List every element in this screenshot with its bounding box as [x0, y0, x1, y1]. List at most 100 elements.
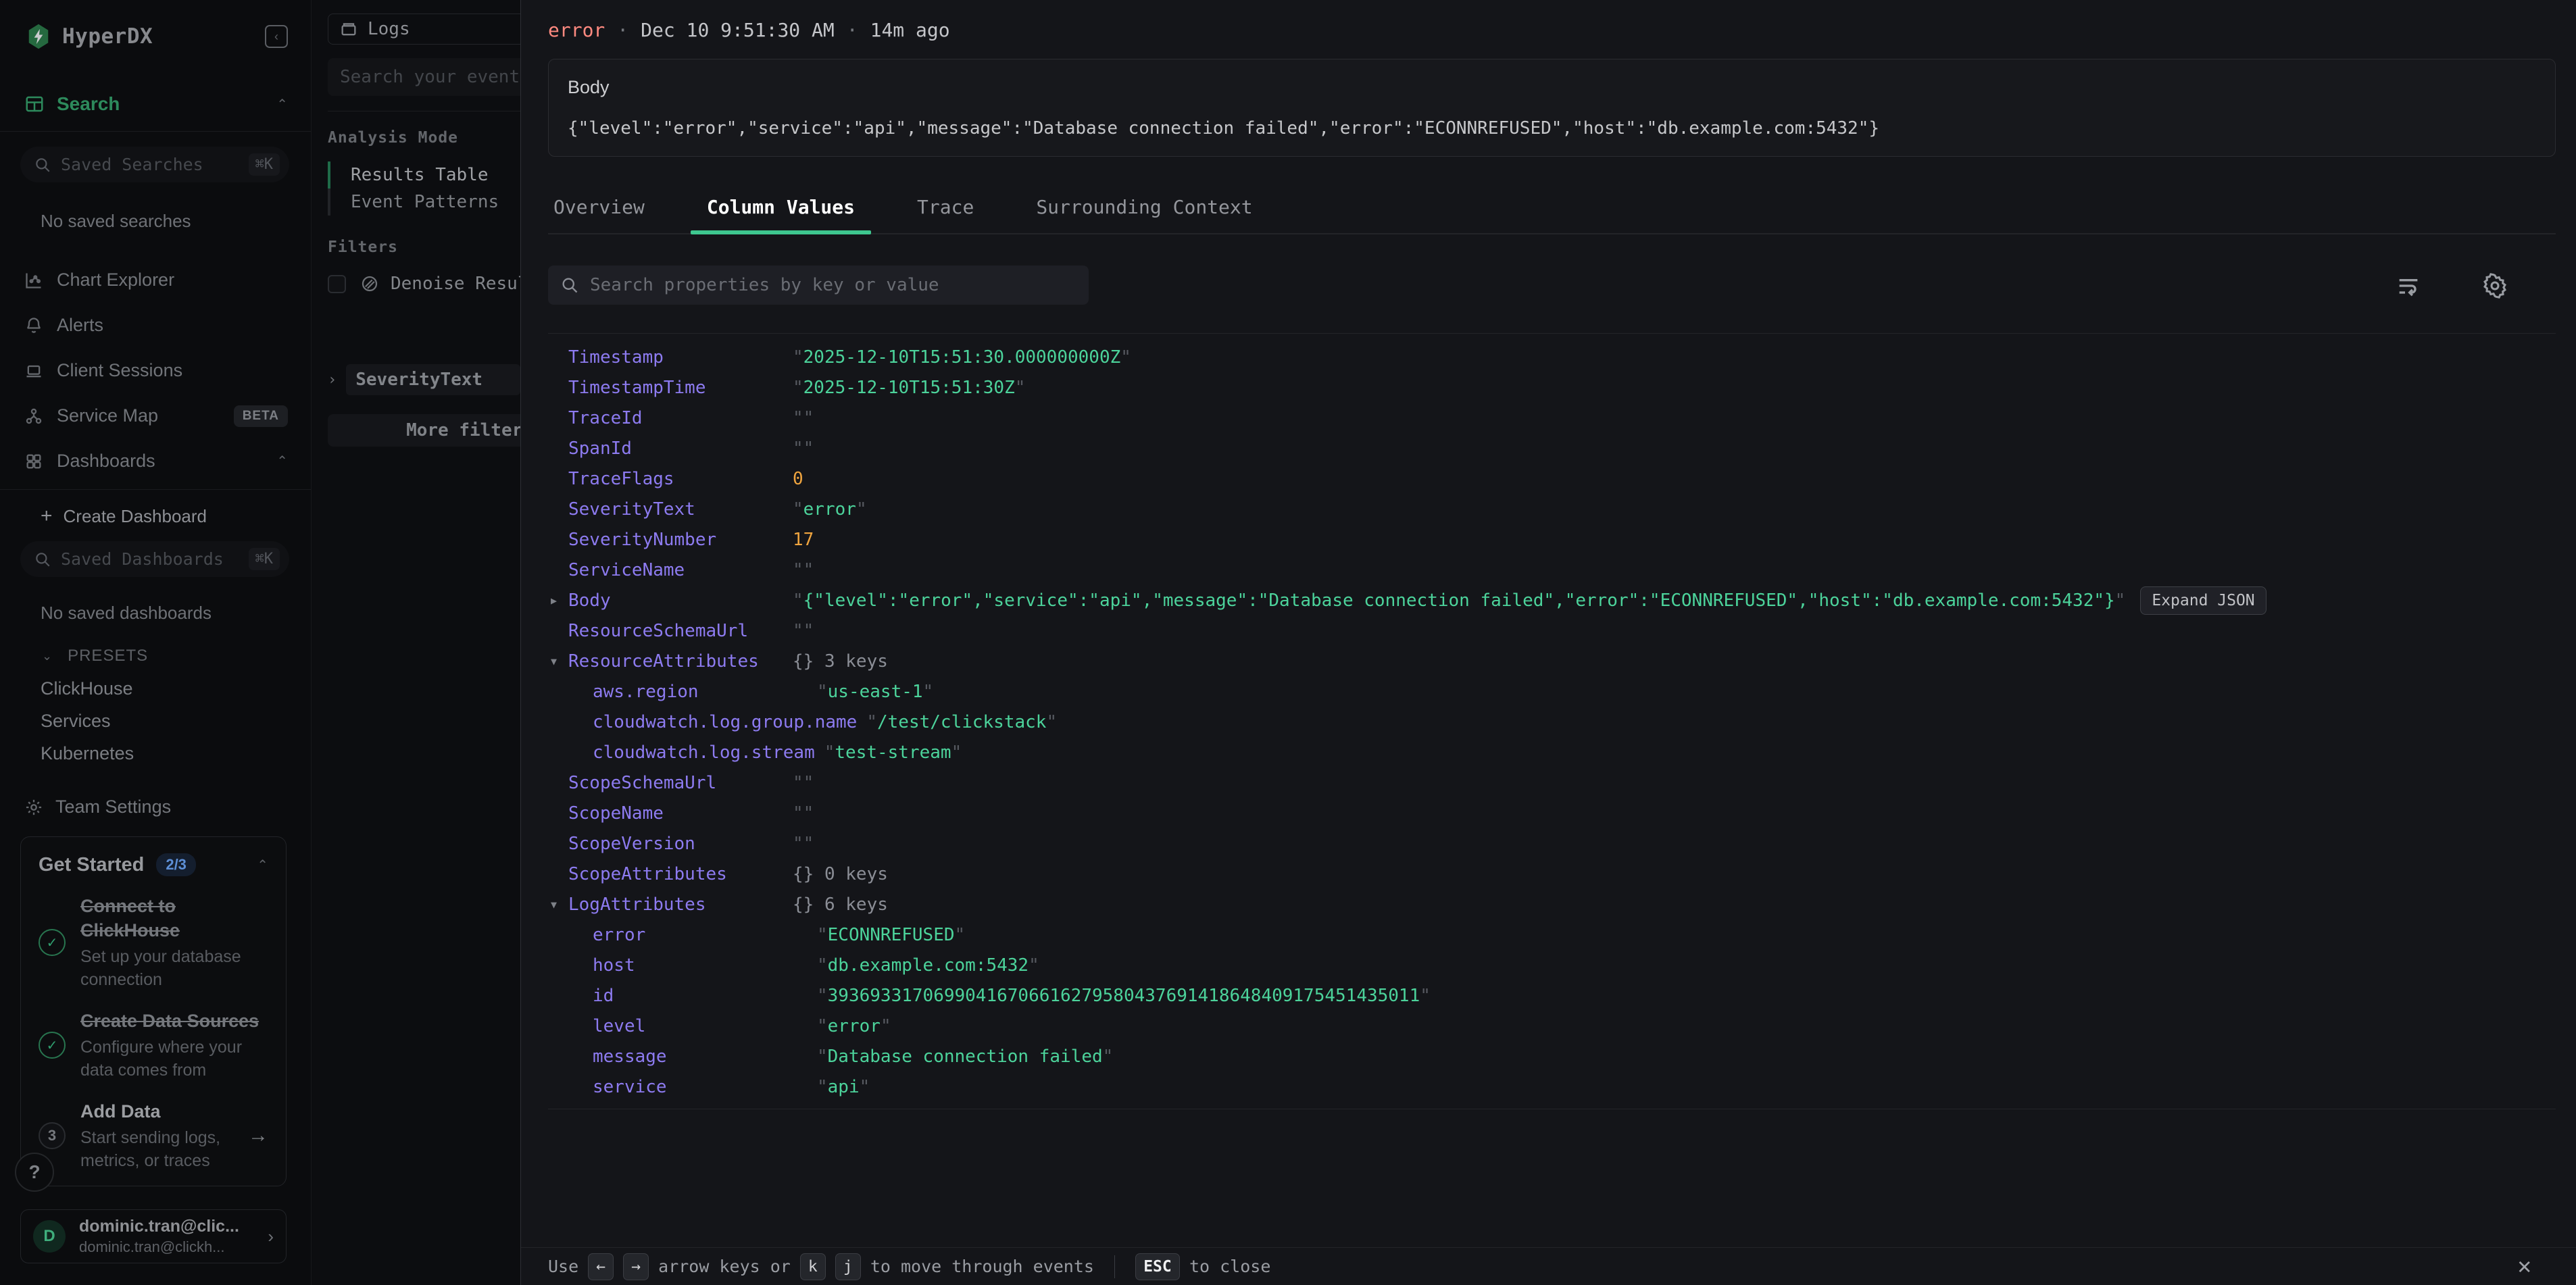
- mode-event-patterns[interactable]: Event Patterns: [328, 188, 520, 216]
- get-started-item[interactable]: ✓ Connect to ClickHouse Set up your data…: [39, 894, 268, 991]
- property-row[interactable]: ▼LogAttributes{} 6 keys: [551, 889, 2556, 919]
- property-key: TimestampTime: [568, 378, 793, 398]
- gear-icon[interactable]: [2481, 272, 2508, 299]
- wrap-lines-icon[interactable]: [2395, 272, 2422, 299]
- property-key: cloudwatch.log.group.name: [593, 712, 866, 732]
- quote: ": [881, 1016, 891, 1036]
- number-value: 0: [793, 469, 803, 489]
- property-value: 17: [793, 530, 814, 550]
- property-row[interactable]: ScopeVersion"": [551, 828, 2556, 859]
- event-search-input[interactable]: Search your events: [328, 58, 520, 96]
- create-dashboard-button[interactable]: + Create Dashboard: [41, 505, 311, 528]
- close-icon[interactable]: ✕: [2518, 1253, 2531, 1280]
- get-started-title: Get Started: [39, 854, 144, 876]
- mode-results-table[interactable]: Results Table: [328, 161, 520, 188]
- filters-label: Filters: [328, 238, 520, 256]
- quote: ": [793, 378, 803, 398]
- string-value: us-east-1: [828, 682, 923, 702]
- property-row[interactable]: TraceFlags0: [551, 463, 2556, 494]
- property-row[interactable]: host"db.example.com:5432": [551, 950, 2556, 980]
- chevron-up-icon[interactable]: ⌃: [276, 453, 288, 470]
- source-label: Logs: [368, 19, 410, 39]
- property-row[interactable]: SeverityText"error": [551, 494, 2556, 524]
- property-row[interactable]: ScopeSchemaUrl"": [551, 767, 2556, 798]
- property-value: 0: [793, 469, 803, 489]
- get-started-item-subtitle: Start sending logs, metrics, or traces: [80, 1126, 229, 1172]
- collapse-icon[interactable]: ▼: [551, 899, 568, 911]
- sidebar-item-service-map[interactable]: Service Map BETA: [0, 393, 311, 438]
- k-key: k: [800, 1253, 826, 1280]
- property-row[interactable]: cloudwatch.log.stream"test-stream": [551, 737, 2556, 767]
- facet-severitytext[interactable]: › SeverityText: [328, 364, 520, 395]
- property-row[interactable]: id"3936933170699041670661627958043769141…: [551, 980, 2556, 1011]
- preset-services[interactable]: Services: [41, 705, 311, 737]
- get-started-item[interactable]: 3 Add Data Start sending logs, metrics, …: [39, 1099, 268, 1172]
- saved-searches-input[interactable]: Saved Searches ⌘K: [20, 147, 289, 182]
- property-value: "": [793, 834, 814, 854]
- sidebar-collapse-icon[interactable]: ‹: [265, 25, 288, 48]
- sidebar-item-alerts[interactable]: Alerts: [0, 303, 311, 348]
- denoise-checkbox[interactable]: [328, 275, 346, 293]
- quote: ": [923, 682, 934, 702]
- property-toolbar: Search properties by key or value: [548, 266, 2556, 305]
- property-row[interactable]: level"error": [551, 1011, 2556, 1041]
- property-row[interactable]: SeverityNumber17: [551, 524, 2556, 555]
- progress-badge: 2/3: [156, 853, 196, 876]
- sidebar-item-team-settings[interactable]: Team Settings: [24, 797, 311, 817]
- avatar: D: [33, 1220, 66, 1253]
- property-row[interactable]: service"api": [551, 1072, 2556, 1102]
- sidebar-item-chart-explorer[interactable]: Chart Explorer: [0, 257, 311, 303]
- property-row[interactable]: ▶Body"{"level":"error","service":"api","…: [551, 585, 2556, 615]
- analysis-mode-label: Analysis Mode: [328, 129, 520, 147]
- quote: ": [793, 803, 803, 824]
- expand-json-button[interactable]: Expand JSON: [2140, 586, 2266, 615]
- property-row[interactable]: aws.region"us-east-1": [551, 676, 2556, 707]
- property-key: message: [593, 1047, 817, 1067]
- property-value: "Database connection failed": [817, 1047, 1113, 1067]
- source-selector[interactable]: Logs: [328, 14, 520, 45]
- property-row[interactable]: ResourceSchemaUrl"": [551, 615, 2556, 646]
- property-row[interactable]: message"Database connection failed": [551, 1041, 2556, 1072]
- chevron-up-icon[interactable]: ⌃: [257, 857, 268, 874]
- property-row[interactable]: error"ECONNREFUSED": [551, 919, 2556, 950]
- more-filters-button[interactable]: More filters: [328, 414, 520, 447]
- property-row[interactable]: TraceId"": [551, 403, 2556, 433]
- sidebar-item-dashboards[interactable]: Dashboards ⌃: [0, 438, 311, 484]
- property-row[interactable]: ScopeName"": [551, 798, 2556, 828]
- collapse-icon[interactable]: ▼: [551, 655, 568, 667]
- user-menu[interactable]: D dominic.tran@clic... dominic.tran@clic…: [20, 1209, 287, 1263]
- quote: ": [817, 1047, 828, 1067]
- property-key: id: [593, 986, 817, 1006]
- mode-label: Event Patterns: [351, 192, 499, 212]
- preset-clickhouse[interactable]: ClickHouse: [41, 672, 311, 705]
- tab-overview[interactable]: Overview: [553, 196, 645, 233]
- sidebar-item-client-sessions[interactable]: Client Sessions: [0, 348, 311, 393]
- property-row[interactable]: Timestamp"2025-12-10T15:51:30.000000000Z…: [551, 342, 2556, 372]
- expand-icon[interactable]: ▶: [551, 595, 568, 607]
- get-started-item[interactable]: ✓ Create Data Sources Configure where yo…: [39, 1009, 268, 1082]
- property-row[interactable]: SpanId"": [551, 433, 2556, 463]
- help-button[interactable]: ?: [15, 1153, 54, 1192]
- quote: ": [803, 408, 814, 428]
- property-search-input[interactable]: Search properties by key or value: [548, 266, 1089, 305]
- presets-toggle[interactable]: ⌄ PRESETS: [42, 647, 311, 665]
- tab-column-values[interactable]: Column Values: [707, 196, 855, 233]
- preset-kubernetes[interactable]: Kubernetes: [41, 737, 311, 770]
- property-row[interactable]: TimestampTime"2025-12-10T15:51:30Z": [551, 372, 2556, 403]
- string-value: {"level":"error","service":"api","messag…: [803, 590, 2115, 611]
- sidebar-item-search[interactable]: Search ⌃: [0, 93, 311, 132]
- chevron-up-icon[interactable]: ⌃: [276, 96, 288, 113]
- property-row[interactable]: ▼ResourceAttributes{} 3 keys: [551, 646, 2556, 676]
- no-saved-searches-text: No saved searches: [41, 211, 311, 232]
- quote: ": [860, 1077, 870, 1097]
- quote: ": [803, 621, 814, 641]
- property-row[interactable]: ScopeAttributes{} 0 keys: [551, 859, 2556, 889]
- tab-surrounding-context[interactable]: Surrounding Context: [1036, 196, 1252, 233]
- property-row[interactable]: ServiceName"": [551, 555, 2556, 585]
- denoise-toggle[interactable]: Denoise Results: [328, 274, 520, 294]
- tab-trace[interactable]: Trace: [917, 196, 974, 233]
- string-value: db.example.com:5432: [828, 955, 1029, 976]
- property-row[interactable]: cloudwatch.log.group.name"/test/clicksta…: [551, 707, 2556, 737]
- saved-dashboards-input[interactable]: Saved Dashboards ⌘K: [20, 541, 289, 577]
- property-key: ScopeAttributes: [568, 864, 793, 884]
